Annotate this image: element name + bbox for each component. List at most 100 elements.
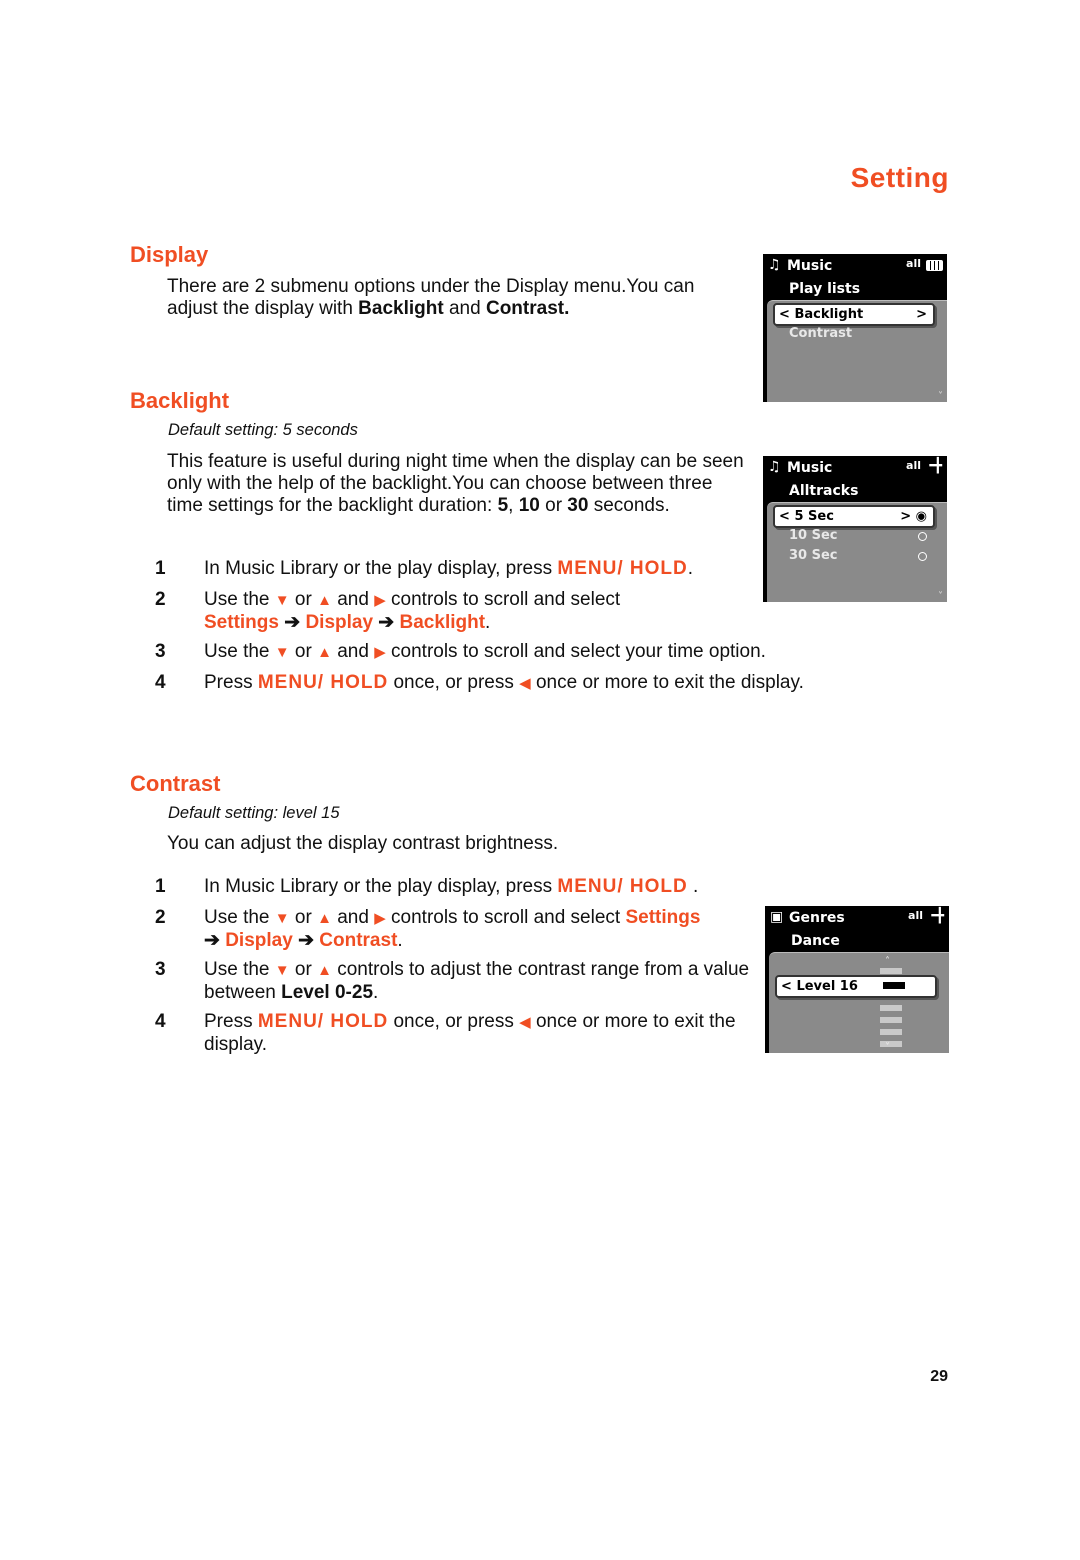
music-note-icon: ♫ <box>768 459 781 475</box>
left-triangle-icon: ◀ <box>519 1014 531 1031</box>
device-screen-display-menu: ♫ Music all Play lists < Backlight > Con… <box>763 254 947 402</box>
device-screen-backlight-menu: ♫ Music all ╺╋ Alltracks < 5 Sec > ◉ 10 … <box>763 456 947 602</box>
step-end: . <box>687 876 699 897</box>
path-backlight: Backlight <box>399 612 486 633</box>
down-triangle-icon: ▼ <box>274 592 290 609</box>
repeat-all-icon: all <box>906 459 921 472</box>
step-text: once or more to exit the display. <box>530 672 804 693</box>
power-plug-icon: ╺╋ <box>925 458 942 474</box>
up-triangle-icon: ▲ <box>317 644 332 661</box>
contrast-step-1: 1 In Music Library or the play display, … <box>155 876 755 898</box>
menu-hold-key: MENU/ HOLD <box>557 876 688 897</box>
step-text: or <box>289 641 318 662</box>
step-text: and <box>331 907 375 928</box>
chevron-left-icon: < <box>781 979 792 994</box>
repeat-all-icon: all <box>906 257 921 270</box>
down-triangle-icon: ▼ <box>274 644 290 661</box>
step-text: and <box>331 641 375 662</box>
backlight-step-1: 1 In Music Library or the play display, … <box>155 558 755 580</box>
page-section-title: Setting <box>850 162 949 193</box>
backlight-heading: Backlight <box>130 388 230 413</box>
screen-body: ˄ < Level 16 ˅ <box>769 952 949 1053</box>
step-text: once, or press <box>388 1011 520 1032</box>
screen-subtitle: Play lists <box>789 281 861 297</box>
selected-level[interactable]: < Level 16 <box>775 975 937 998</box>
left-triangle-icon: ◀ <box>519 675 531 692</box>
step-number: 4 <box>155 672 166 693</box>
screen-body: < Backlight > Contrast ˅ <box>767 300 947 402</box>
screen-subtitle: Alltracks <box>789 483 859 499</box>
step-text: controls to scroll and select your time … <box>385 641 766 662</box>
arrow-right-icon: ➔ <box>292 930 320 951</box>
right-triangle-icon: ▶ <box>374 592 386 609</box>
step-end: . <box>485 612 491 633</box>
step-number: 2 <box>155 907 166 928</box>
selected-menu-item[interactable]: < Backlight > <box>773 303 935 326</box>
level-range: Level 0-25 <box>281 982 374 1003</box>
backlight-step-4: 4 Press MENU/ HOLD once, or press ◀ once… <box>155 672 915 694</box>
step-text: or <box>289 907 318 928</box>
arrow-right-icon: ➔ <box>278 612 306 633</box>
step-number: 3 <box>155 641 166 662</box>
step-text: and <box>331 589 375 610</box>
level-bar <box>880 1029 902 1035</box>
path-settings: Settings <box>625 907 701 928</box>
step-text: controls to scroll and select <box>385 907 626 928</box>
level-bar <box>880 968 902 974</box>
right-triangle-icon: ▶ <box>374 644 386 661</box>
backlight-default-setting: Default setting: 5 seconds <box>168 421 358 439</box>
display-text-and: and <box>443 298 486 319</box>
step-text: or <box>289 589 318 610</box>
screen-title: Music <box>787 460 833 476</box>
step-number: 4 <box>155 1011 166 1032</box>
selected-menu-item[interactable]: < 5 Sec > ◉ <box>773 505 935 528</box>
selected-label: 5 Sec <box>794 509 834 524</box>
step-end: . <box>397 930 403 951</box>
contrast-default-setting: Default setting: level 15 <box>168 804 340 822</box>
backlight-paragraph: This feature is useful during night time… <box>167 451 747 517</box>
up-triangle-icon: ▲ <box>317 910 332 927</box>
down-triangle-icon: ▼ <box>274 910 290 927</box>
radio-selected-icon: > ◉ <box>900 509 927 524</box>
menu-item-10-sec[interactable]: 10 Sec <box>789 528 838 543</box>
screen-subtitle: Dance <box>791 933 840 949</box>
step-text: Use the <box>204 589 275 610</box>
radio-empty-icon[interactable] <box>918 552 927 561</box>
separator: or <box>539 495 568 516</box>
music-note-icon: ♫ <box>768 257 781 273</box>
arrow-right-icon: ➔ <box>373 612 400 633</box>
level-indicator <box>883 982 905 989</box>
scroll-down-icon: ˅ <box>938 391 943 402</box>
up-triangle-icon: ▲ <box>317 592 332 609</box>
battery-icon <box>926 260 943 271</box>
backlight-text-end: seconds. <box>588 495 670 516</box>
step-text: or <box>289 959 318 980</box>
screen-title-bar: ♫ Music all ╺╋ <box>763 456 947 480</box>
step-text: Use the <box>204 907 275 928</box>
contrast-heading: Contrast <box>130 771 221 796</box>
chevron-left-icon: < <box>779 509 790 524</box>
contrast-step-2: 2 Use the ▼ or ▲ and ▶ controls to scrol… <box>155 907 765 951</box>
chevron-right-icon: > <box>916 307 927 322</box>
menu-item-contrast[interactable]: Contrast <box>789 326 852 341</box>
step-text: In Music Library or the play display, pr… <box>204 876 558 897</box>
path-display: Display <box>225 930 293 951</box>
arrow-right-icon: ➔ <box>204 930 226 951</box>
up-triangle-icon: ▲ <box>317 962 332 979</box>
step-end: . <box>687 558 694 579</box>
display-heading: Display <box>130 242 209 267</box>
page-number: 29 <box>930 1368 948 1385</box>
down-triangle-icon: ▼ <box>274 962 290 979</box>
scroll-down-icon: ˅ <box>938 591 943 602</box>
contrast-paragraph: You can adjust the display contrast brig… <box>167 833 559 854</box>
step-text: controls to scroll and select <box>385 589 621 610</box>
screen-title-bar: ♫ Music all <box>763 254 947 278</box>
step-text: Press <box>204 1011 258 1032</box>
backlight-step-2: 2 Use the ▼ or ▲ and ▶ controls to scrol… <box>155 589 755 633</box>
right-triangle-icon: ▶ <box>374 910 386 927</box>
step-number: 3 <box>155 959 166 980</box>
contrast-step-3: 3 Use the ▼ or ▲ controls to adjust the … <box>155 959 765 1003</box>
separator: , <box>508 495 519 516</box>
radio-empty-icon[interactable] <box>918 532 927 541</box>
menu-item-30-sec[interactable]: 30 Sec <box>789 548 838 563</box>
